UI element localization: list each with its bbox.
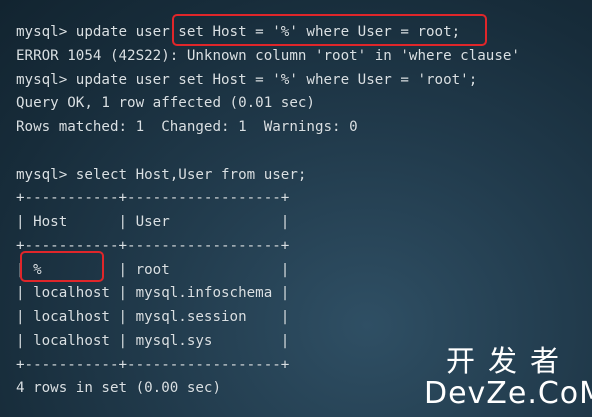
table-header-row: | Host | User | — [16, 214, 290, 230]
table-row: | localhost | mysql.session | — [16, 309, 290, 325]
terminal-window[interactable]: mysql> update user set Host = '%' where … — [0, 0, 592, 417]
terminal-line-update-command-2: mysql> update user set Host = '%' where … — [16, 72, 478, 88]
watermark-chinese-text: 开发者 — [445, 344, 572, 378]
terminal-line-query-ok: Query OK, 1 row affected (0.01 sec) — [16, 95, 315, 111]
table-row: | localhost | mysql.infoschema | — [16, 285, 290, 301]
table-border-bottom: +-----------+------------------+ — [16, 357, 290, 373]
table-row: | localhost | mysql.sys | — [16, 333, 290, 349]
terminal-line-select-command: mysql> select Host,User from user; — [16, 167, 307, 183]
highlight-box-host-percent — [20, 251, 104, 282]
terminal-line-error: ERROR 1054 (42S22): Unknown column 'root… — [16, 48, 520, 64]
highlight-box-set-host — [172, 14, 487, 46]
watermark-logo: 开发者 DevZe.CoM — [424, 344, 592, 411]
table-border-top: +-----------+------------------+ — [16, 190, 290, 206]
watermark-english-text: DevZe.CoM — [424, 376, 592, 411]
terminal-line-rows-matched: Rows matched: 1 Changed: 1 Warnings: 0 — [16, 119, 358, 135]
terminal-line-rows-in-set: 4 rows in set (0.00 sec) — [16, 380, 221, 396]
